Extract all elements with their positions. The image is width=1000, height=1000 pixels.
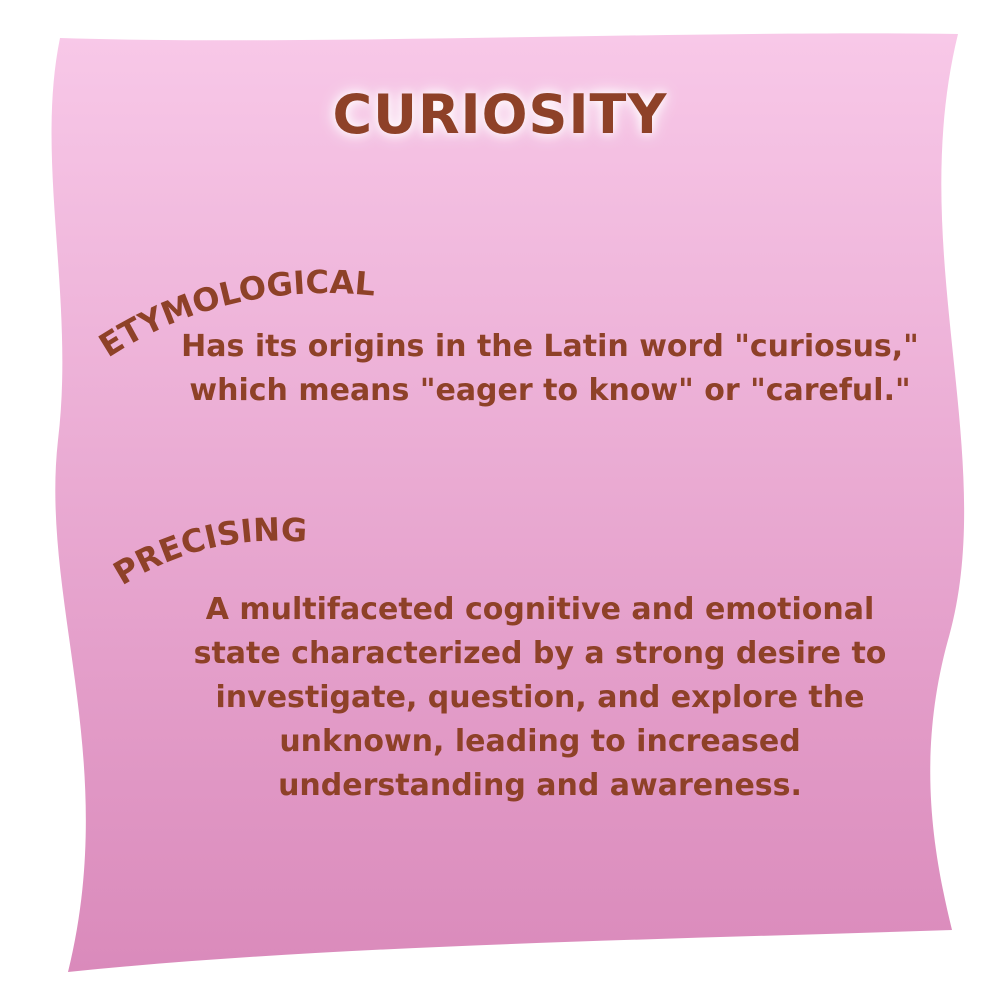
precising-definition: A multifaceted cognitive and emotional s… [193,592,887,803]
etymological-definition: Has its origins in the Latin word "curio… [181,329,919,408]
definition-card: CURIOSITY ETYMOLOGICAL PRECISING Has its… [0,0,1000,1000]
section-headings: ETYMOLOGICAL PRECISING [92,263,377,593]
precising-heading: PRECISING [107,510,308,592]
